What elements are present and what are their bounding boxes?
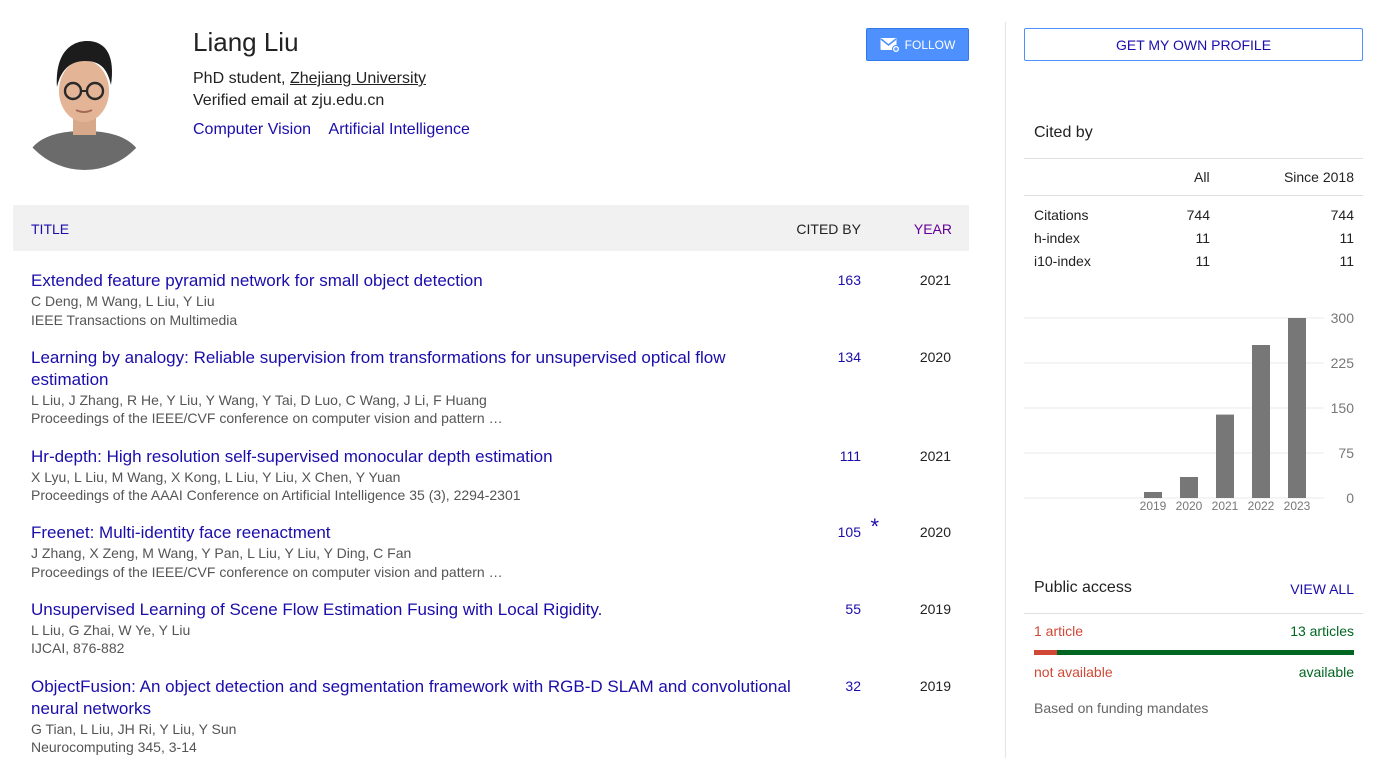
article-venue: Neurocomputing 345, 3-14: [31, 739, 197, 755]
metric-row: Citations 744 744: [1034, 207, 1354, 227]
sort-title[interactable]: TITLE: [31, 221, 69, 237]
metric-row: i10-index 11 11: [1034, 253, 1354, 273]
unavailable-count-link[interactable]: 1 article: [1034, 623, 1083, 639]
merged-citation-star[interactable]: *: [870, 514, 879, 540]
article-venue: Proceedings of the IEEE/CVF conference o…: [31, 564, 503, 580]
metric-label[interactable]: i10-index: [1034, 253, 1091, 269]
follow-button[interactable]: FOLLOW: [866, 28, 969, 61]
sort-year[interactable]: YEAR: [914, 221, 952, 237]
articles-header: TITLE CITED BY YEAR: [13, 205, 969, 251]
col-all: All: [1194, 169, 1210, 185]
view-all-link[interactable]: VIEW ALL: [1290, 581, 1354, 597]
university-link[interactable]: Zhejiang University: [290, 70, 426, 87]
cited-by-count[interactable]: 111: [840, 448, 861, 464]
citations-bar-chart: 0 75 150 225 300 2019 2020 2021 2022 2023: [1024, 310, 1355, 513]
bar: [1180, 477, 1198, 498]
article-title[interactable]: Hr-depth: High resolution self-supervise…: [31, 446, 791, 468]
article-year: 2019: [919, 601, 951, 617]
bar: [1252, 345, 1270, 498]
article-authors: G Tian, L Liu, JH Ri, Y Liu, Y Sun: [31, 721, 237, 737]
article-year: 2021: [919, 448, 951, 464]
article-venue: Proceedings of the AAAI Conference on Ar…: [31, 487, 521, 503]
metric-all: 11: [1195, 230, 1210, 246]
position-label: PhD student,: [193, 70, 286, 87]
cited-by-heading: Cited by: [1034, 124, 1093, 141]
bar: [1144, 492, 1162, 498]
metric-since: 11: [1339, 230, 1354, 246]
article-authors: X Lyu, L Liu, M Wang, X Kong, L Liu, Y L…: [31, 469, 401, 485]
metric-label[interactable]: h-index: [1034, 230, 1080, 246]
cited-by-count[interactable]: 134: [838, 349, 861, 365]
y-tick-label: 0: [1346, 490, 1354, 506]
follow-label: FOLLOW: [904, 37, 956, 52]
not-available-label: not available: [1034, 664, 1113, 680]
article-title[interactable]: Unsupervised Learning of Scene Flow Esti…: [31, 599, 791, 621]
bar: [1288, 318, 1306, 498]
col-since: Since 2018: [1283, 169, 1354, 185]
affiliation: PhD student, Zhejiang University: [193, 70, 426, 88]
unavailable-fill: [1034, 650, 1057, 655]
y-tick-label: 150: [1331, 400, 1355, 416]
article-year: 2020: [919, 524, 951, 540]
bar: [1216, 414, 1234, 498]
profile-name: Liang Liu: [193, 27, 299, 57]
verified-email: Verified email at zju.edu.cn: [193, 92, 385, 109]
article-venue: IJCAI, 876-882: [31, 640, 125, 656]
interest-link[interactable]: Artificial Intelligence: [329, 121, 470, 138]
available-label: available: [1298, 664, 1354, 680]
cited-by-count[interactable]: 105: [838, 524, 861, 540]
mail-icon: [880, 37, 900, 53]
funding-mandates-note: Based on funding mandates: [1034, 700, 1209, 716]
sort-cited-by[interactable]: CITED BY: [796, 221, 861, 237]
research-interests: Computer Vision Artificial Intelligence: [193, 121, 484, 139]
y-tick-label: 300: [1331, 310, 1355, 326]
y-tick-label: 75: [1338, 445, 1354, 461]
article-authors: L Liu, G Zhai, W Ye, Y Liu: [31, 622, 191, 638]
x-tick-label: 2019: [1140, 499, 1167, 513]
article-title[interactable]: ObjectFusion: An object detection and se…: [31, 676, 791, 720]
article-year: 2019: [919, 678, 951, 694]
divider: [1024, 158, 1363, 159]
metric-since: 11: [1339, 253, 1354, 269]
metric-since: 744: [1330, 207, 1354, 223]
article-authors: J Zhang, X Zeng, M Wang, Y Pan, L Liu, Y…: [31, 545, 412, 561]
article-title[interactable]: Freenet: Multi-identity face reenactment: [31, 522, 791, 544]
cited-by-count[interactable]: 163: [838, 272, 861, 288]
x-tick-label: 2023: [1284, 499, 1311, 513]
public-access-bar: [1034, 650, 1354, 655]
interest-link[interactable]: Computer Vision: [193, 121, 311, 138]
article-title[interactable]: Extended feature pyramid network for sma…: [31, 270, 791, 292]
article-year: 2020: [919, 349, 951, 365]
divider: [1024, 195, 1363, 196]
article-authors: C Deng, M Wang, L Liu, Y Liu: [31, 293, 215, 309]
available-count-link[interactable]: 13 articles: [1290, 623, 1354, 639]
cited-by-count[interactable]: 32: [845, 678, 861, 694]
x-tick-label: 2020: [1176, 499, 1203, 513]
x-tick-label: 2022: [1248, 499, 1275, 513]
avatar: [13, 27, 156, 170]
divider: [1024, 613, 1363, 614]
article-venue: IEEE Transactions on Multimedia: [31, 312, 238, 328]
metric-row: h-index 11 11: [1034, 230, 1354, 250]
metric-all: 744: [1186, 207, 1210, 223]
article-year: 2021: [919, 272, 951, 288]
get-my-own-profile-button[interactable]: GET MY OWN PROFILE: [1024, 28, 1363, 61]
metric-all: 11: [1195, 253, 1210, 269]
column-divider: [1005, 22, 1006, 758]
y-tick-label: 225: [1331, 355, 1355, 371]
cited-by-count[interactable]: 55: [845, 601, 861, 617]
article-title[interactable]: Learning by analogy: Reliable supervisio…: [31, 347, 791, 391]
public-access-heading: Public access: [1034, 579, 1132, 596]
metric-label[interactable]: Citations: [1034, 207, 1088, 223]
x-tick-label: 2021: [1212, 499, 1239, 513]
article-venue: Proceedings of the IEEE/CVF conference o…: [31, 410, 503, 426]
article-authors: L Liu, J Zhang, R He, Y Liu, Y Wang, Y T…: [31, 392, 487, 408]
